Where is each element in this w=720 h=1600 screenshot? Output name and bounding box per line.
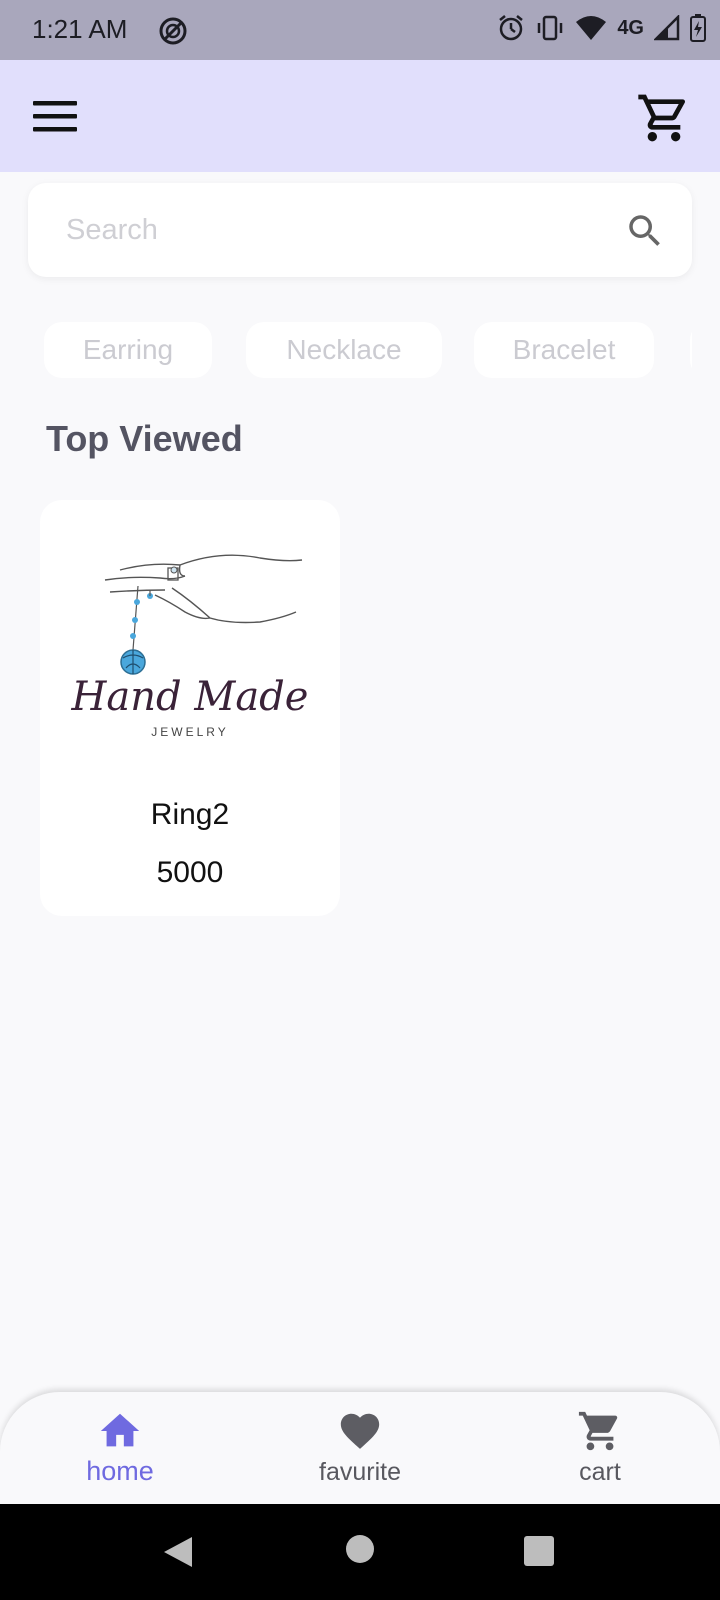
nav-item-favourite[interactable]: favurite [280, 1408, 440, 1498]
system-navigation-bar [0, 1504, 720, 1600]
battery-icon [690, 14, 706, 42]
search-input[interactable] [66, 205, 606, 255]
home-icon [100, 1413, 140, 1447]
bottom-navigation: home favurite cart [0, 1392, 720, 1504]
menu-icon[interactable] [28, 92, 84, 142]
nav-label-favourite: favurite [319, 1458, 401, 1486]
nav-item-cart[interactable]: cart [520, 1408, 680, 1498]
alarm-icon [499, 15, 524, 41]
home-circle-icon[interactable] [345, 1534, 375, 1564]
heart-icon [340, 1413, 380, 1449]
product-card[interactable]: Hand Made JEWELRY Ring2 5000 [40, 500, 340, 916]
recents-icon[interactable] [524, 1536, 554, 1566]
vibrate-icon [538, 15, 563, 41]
chip-necklace[interactable]: Necklace [246, 322, 442, 378]
product-name: Ring2 [150, 798, 230, 831]
app-bar [0, 60, 720, 172]
cart-icon [578, 1411, 618, 1451]
nav-label-cart: cart [579, 1458, 621, 1486]
logo-text: Hand Made [71, 674, 309, 720]
status-time: 1:21 AM [32, 14, 128, 44]
logo-subtext: JEWELRY [151, 725, 228, 739]
product-logo-image: Hand Made JEWELRY [71, 554, 309, 739]
chip-partial[interactable] [690, 322, 692, 378]
status-bar: 1:21 AM 4G [0, 0, 720, 60]
network-type: 4G [617, 16, 644, 39]
cart-icon[interactable] [636, 90, 692, 146]
section-title: Top Viewed [46, 418, 243, 459]
signal-icon [654, 15, 680, 41]
chip-earring[interactable]: Earring [44, 322, 212, 378]
search-icon[interactable] [624, 210, 666, 252]
chip-bracelet[interactable]: Bracelet [474, 322, 654, 378]
do-not-disturb-icon [159, 17, 187, 45]
back-icon[interactable] [160, 1534, 196, 1570]
wifi-icon [576, 16, 607, 40]
product-price: 5000 [156, 856, 224, 889]
search-box [28, 183, 692, 277]
category-chips: Earring Necklace Bracelet [44, 322, 692, 378]
nav-label-home: home [86, 1456, 154, 1486]
nav-item-home[interactable]: home [40, 1408, 200, 1498]
